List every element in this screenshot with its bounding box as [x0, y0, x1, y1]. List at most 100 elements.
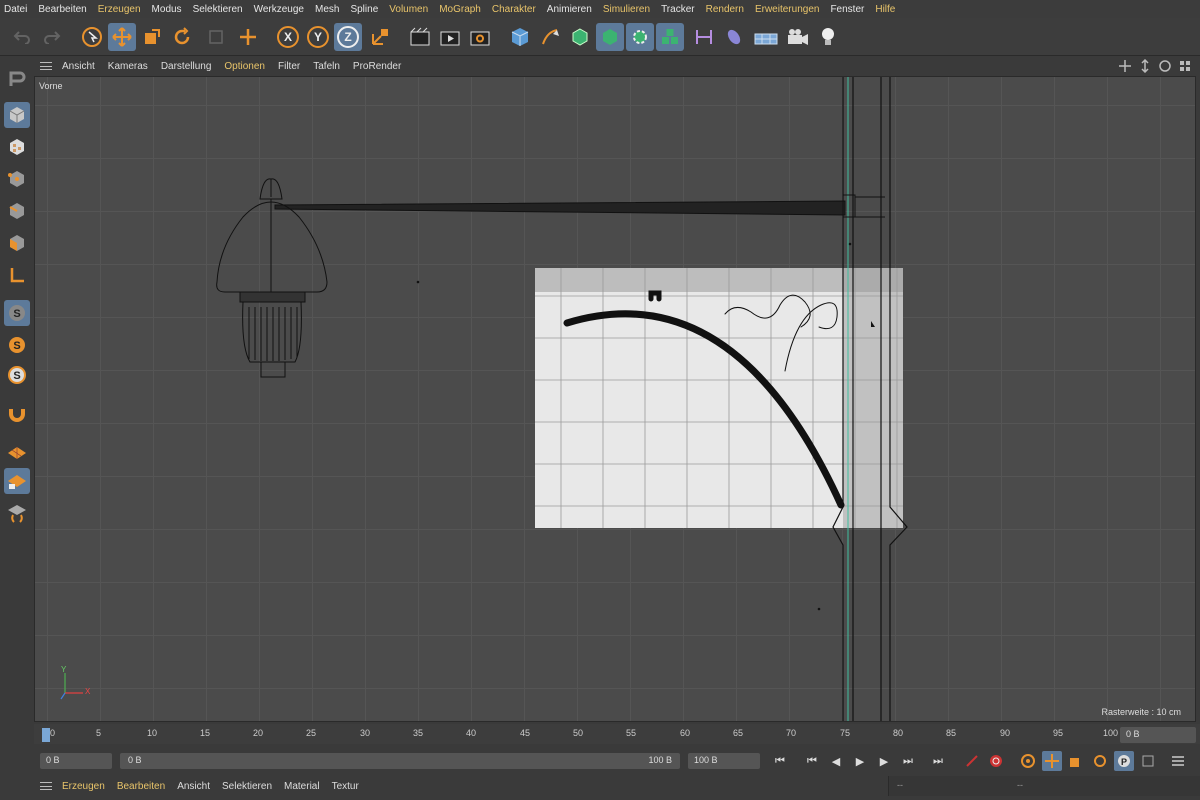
start-frame-field[interactable]: 0 B	[40, 753, 112, 769]
end-frame-field[interactable]: 100 B	[688, 753, 760, 769]
viewport-menu-prorender[interactable]: ProRender	[353, 61, 401, 72]
cloner-icon[interactable]	[596, 23, 624, 51]
menu-mograph[interactable]: MoGraph	[439, 4, 481, 15]
scale-tool-icon[interactable]	[138, 23, 166, 51]
snap-settings-icon[interactable]: S	[4, 332, 30, 358]
menu-simulieren[interactable]: Simulieren	[603, 4, 650, 15]
menu-charakter[interactable]: Charakter	[492, 4, 536, 15]
cube-primitive-icon[interactable]	[506, 23, 534, 51]
recent-tools-icon[interactable]	[202, 23, 230, 51]
key-position-icon[interactable]	[1042, 751, 1062, 771]
snap-icon[interactable]: S	[4, 300, 30, 326]
environment-icon[interactable]	[720, 23, 748, 51]
menu-hilfe[interactable]: Hilfe	[875, 4, 895, 15]
move-tool-icon[interactable]	[108, 23, 136, 51]
fracture-icon[interactable]	[656, 23, 684, 51]
menu-datei[interactable]: Datei	[4, 4, 27, 15]
go-to-start-icon[interactable]: ⏮	[770, 751, 790, 771]
play-icon[interactable]: ▶	[850, 751, 870, 771]
material-menu-erzeugen[interactable]: Erzeugen	[62, 781, 105, 792]
menu-modus[interactable]: Modus	[152, 4, 182, 15]
locked-workplane-icon[interactable]	[4, 468, 30, 494]
timeline-options-icon[interactable]	[1168, 751, 1188, 771]
keyframe-selection-icon[interactable]	[1018, 751, 1038, 771]
next-key-icon[interactable]: ⏭	[898, 751, 918, 771]
texture-mode-icon[interactable]	[4, 134, 30, 160]
material-menu-material[interactable]: Material	[284, 781, 320, 792]
viewport-menu-kameras[interactable]: Kameras	[108, 61, 148, 72]
edges-mode-icon[interactable]	[4, 198, 30, 224]
rotate-tool-icon[interactable]	[168, 23, 196, 51]
floor-icon[interactable]	[752, 23, 780, 51]
points-mode-icon[interactable]	[4, 166, 30, 192]
viewport-menu-filter[interactable]: Filter	[278, 61, 300, 72]
go-to-end-icon[interactable]: ⏭	[928, 751, 948, 771]
viewport-front[interactable]: Vorne Y X Rasterweite: 10 cm	[34, 76, 1196, 722]
menu-bearbeiten[interactable]: Bearbeiten	[38, 4, 86, 15]
viewport-menu-optionen[interactable]: Optionen	[224, 61, 265, 72]
render-picture-viewer-icon[interactable]	[436, 23, 464, 51]
menu-selektieren[interactable]: Selektieren	[193, 4, 243, 15]
material-menu-icon[interactable]	[40, 782, 52, 790]
magnet-icon[interactable]	[4, 400, 30, 426]
menu-spline[interactable]: Spline	[350, 4, 378, 15]
menu-animieren[interactable]: Animieren	[547, 4, 592, 15]
material-menu-ansicht[interactable]: Ansicht	[177, 781, 210, 792]
floor-grid-icon[interactable]	[4, 438, 30, 464]
redo-icon[interactable]	[38, 23, 66, 51]
light-icon[interactable]	[814, 23, 842, 51]
key-rotation-icon[interactable]	[1090, 751, 1110, 771]
key-parameter-icon[interactable]: P	[1114, 751, 1134, 771]
viewport-menu-ansicht[interactable]: Ansicht	[62, 61, 95, 72]
subdivision-surface-icon[interactable]	[566, 23, 594, 51]
menu-erweiterungen[interactable]: Erweiterungen	[755, 4, 819, 15]
pen-spline-icon[interactable]	[536, 23, 564, 51]
quantize-icon[interactable]: S	[4, 362, 30, 388]
orbit-icon[interactable]	[1158, 59, 1172, 73]
previous-frame-icon[interactable]: ◀	[826, 751, 846, 771]
z-axis-lock-button[interactable]: Z	[334, 23, 362, 51]
polygons-mode-icon[interactable]	[4, 230, 30, 256]
undo-icon[interactable]	[8, 23, 36, 51]
menu-rendern[interactable]: Rendern	[706, 4, 744, 15]
material-menu-selektieren[interactable]: Selektieren	[222, 781, 272, 792]
current-frame-field[interactable]: 0 B	[1120, 727, 1196, 743]
mograph-effector-icon[interactable]	[626, 23, 654, 51]
zoom-icon[interactable]	[1138, 59, 1152, 73]
x-axis-lock-button[interactable]: X	[274, 23, 302, 51]
timeline-ruler[interactable]: 0 5 10 15 20 25 30 35 40 45 50 55 60 65 …	[34, 724, 1200, 744]
coordinate-system-icon[interactable]	[366, 23, 394, 51]
workplane-icon[interactable]	[4, 262, 30, 288]
menu-werkzeuge[interactable]: Werkzeuge	[254, 4, 304, 15]
material-menu-textur[interactable]: Textur	[332, 781, 359, 792]
previous-key-icon[interactable]: ⏮	[802, 751, 822, 771]
camera-icon[interactable]	[784, 23, 812, 51]
add-object-icon[interactable]	[234, 23, 262, 51]
select-tool-icon[interactable]	[78, 23, 106, 51]
render-settings-icon[interactable]	[466, 23, 494, 51]
pan-icon[interactable]	[1118, 59, 1132, 73]
planar-workplane-icon[interactable]	[4, 500, 30, 526]
frame-range-slider[interactable]: 0 B 100 B	[120, 753, 680, 769]
viewport-menu-tafeln[interactable]: Tafeln	[313, 61, 340, 72]
menu-fenster[interactable]: Fenster	[830, 4, 864, 15]
viewport-menu-icon[interactable]	[40, 62, 52, 70]
key-pla-icon[interactable]	[1138, 751, 1158, 771]
menu-erzeugen[interactable]: Erzeugen	[98, 4, 141, 15]
next-frame-icon[interactable]: ▶	[874, 751, 894, 771]
make-editable-icon[interactable]	[4, 66, 30, 92]
menu-volumen[interactable]: Volumen	[389, 4, 428, 15]
deformer-icon[interactable]	[690, 23, 718, 51]
key-scale-icon[interactable]	[1066, 751, 1086, 771]
maximize-view-icon[interactable]	[1178, 59, 1192, 73]
playhead-marker[interactable]	[42, 728, 50, 742]
viewport-menu-darstellung[interactable]: Darstellung	[161, 61, 212, 72]
model-mode-icon[interactable]	[4, 102, 30, 128]
menu-tracker[interactable]: Tracker	[661, 4, 695, 15]
record-keys-icon[interactable]	[962, 751, 982, 771]
material-menu-bearbeiten[interactable]: Bearbeiten	[117, 781, 165, 792]
y-axis-lock-button[interactable]: Y	[304, 23, 332, 51]
menu-mesh[interactable]: Mesh	[315, 4, 339, 15]
autokey-icon[interactable]	[986, 751, 1006, 771]
render-view-icon[interactable]	[406, 23, 434, 51]
